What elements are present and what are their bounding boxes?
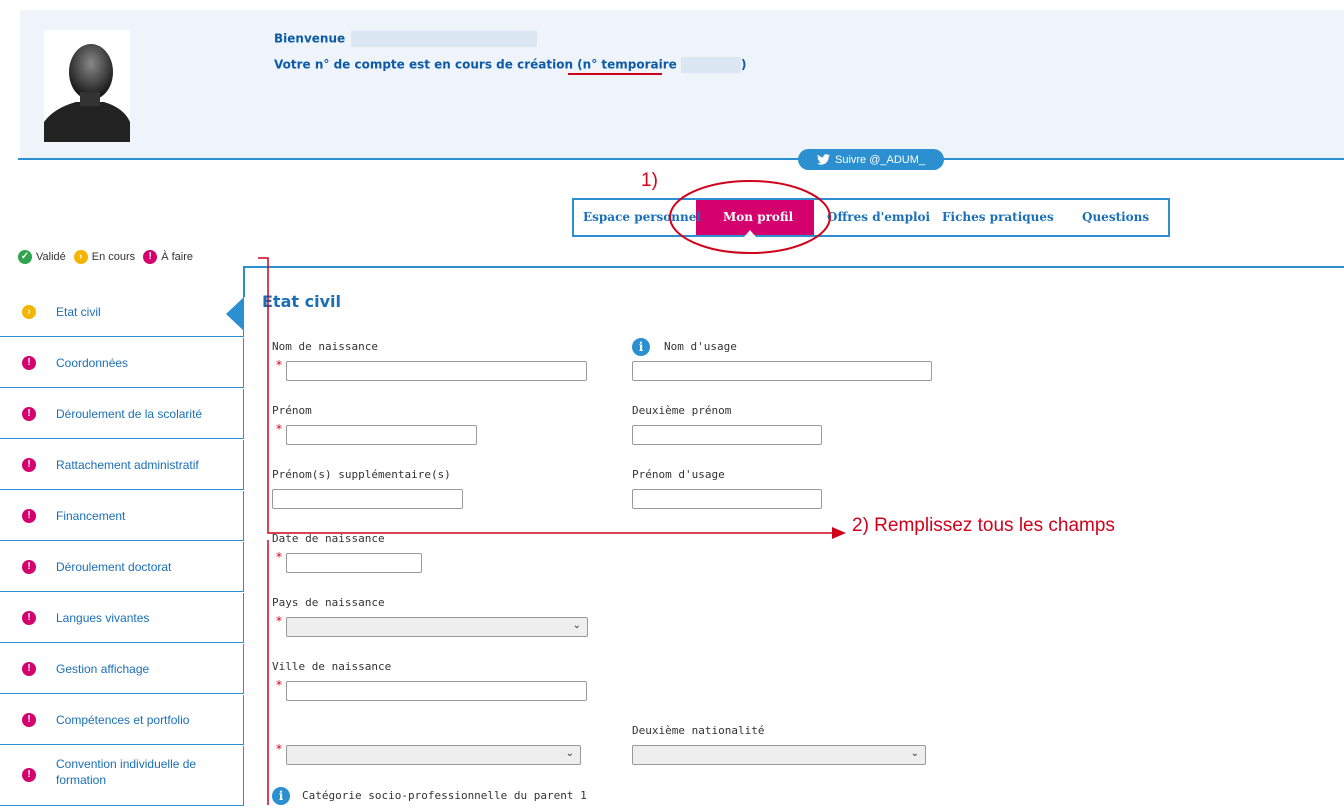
nom-usage-field[interactable] [632,361,932,381]
account-status-text: Votre n° de compte est en cours de créat… [274,57,583,72]
redacted-temp-number [680,57,741,73]
welcome-line: Bienvenue [274,31,538,47]
sidebar-item-deroulement-doctorat[interactable]: ! Déroulement doctorat [0,542,244,592]
temp-number-underline-annotation [568,73,662,75]
sidebar-item-financement[interactable]: ! Financement [0,491,244,541]
exclamation-icon: ! [22,509,36,523]
label-prenom: Prénom [272,404,312,417]
exclamation-icon: ! [22,713,36,727]
active-item-pointer-icon [226,297,244,331]
sidebar-item-convention[interactable]: ! Convention individuelle de formation [0,746,244,806]
nationalite-select[interactable]: ⌄ [286,745,581,765]
label-prenoms-supplementaires: Prénom(s) supplémentaire(s) [272,468,451,481]
label-ville-naissance: Ville de naissance [272,660,392,673]
tab-espace-personnel[interactable]: Espace personnel [583,200,701,235]
prenom-field[interactable] [286,425,477,445]
deuxieme-prenom-field[interactable] [632,425,822,445]
label-date-naissance: Date de naissance [272,532,385,545]
exclamation-icon: ! [22,458,36,472]
chevron-down-icon: ⌄ [565,748,574,759]
check-icon: ✓ [18,250,32,264]
deuxieme-nationalite-select[interactable]: ⌄ [632,745,926,765]
sidebar-item-etat-civil[interactable]: › Etat civil [0,287,244,337]
sidebar-item-langues[interactable]: ! Langues vivantes [0,593,244,643]
sidebar-item-gestion-affichage[interactable]: ! Gestion affichage [0,644,244,694]
info-icon[interactable]: i [272,787,290,805]
required-marker: * [276,550,282,564]
profile-header [20,10,1344,158]
tab-mon-profil[interactable]: Mon profil [723,200,793,235]
tab-questions[interactable]: Questions [1082,200,1149,235]
pays-naissance-select[interactable]: ⌄ [286,617,588,637]
temp-number-label: n° temporaire [582,57,677,72]
exclamation-icon: ! [22,356,36,370]
twitter-icon [816,154,830,165]
in-progress-icon: › [22,305,36,319]
content-left-border [243,266,245,297]
content-top-border [244,266,1344,268]
info-icon[interactable]: i [632,338,650,356]
nom-naissance-field[interactable] [286,361,587,381]
label-nom-usage: Nom d'usage [664,340,737,353]
in-progress-icon: › [73,250,88,264]
label-prenom-usage: Prénom d'usage [632,468,725,481]
legend-todo: À faire [161,251,193,263]
active-tab-caret-icon [744,230,756,237]
ville-naissance-field[interactable] [286,681,587,701]
account-status-line: Votre n° de compte est en cours de créat… [274,57,746,73]
redacted-name [351,31,538,47]
sidebar-item-rattachement[interactable]: ! Rattachement administratif [0,440,244,490]
label-nom-naissance: Nom de naissance [272,340,378,353]
twitter-follow-label: Suivre @_ADUM_ [834,153,926,166]
prenom-usage-field[interactable] [632,489,822,509]
exclamation-icon: ! [22,407,36,421]
sidebar-item-coordonnees[interactable]: ! Coordonnées [0,338,244,388]
step2-annotation: 2) Remplissez tous les champs [852,515,1115,536]
required-marker: * [276,358,282,372]
required-marker: * [276,742,282,756]
legend-valid: Validé [36,251,66,263]
header-divider [18,158,1344,160]
label-deuxieme-prenom: Deuxième prénom [632,404,732,417]
tab-fiches-pratiques[interactable]: Fiches pratiques [942,200,1054,235]
status-legend: ✓ Validé › En cours ! À faire [18,250,193,264]
section-title: Etat civil [262,292,341,311]
account-close-paren: ) [740,57,747,72]
main-nav: Espace personnel Mon profil Offres d'emp… [572,198,1170,237]
sidebar-item-scolarite[interactable]: ! Déroulement de la scolarité [0,389,244,439]
exclamation-icon: ! [22,611,36,625]
required-marker: * [276,614,282,628]
date-naissance-field[interactable] [286,553,422,573]
welcome-label: Bienvenue [274,31,346,46]
avatar [44,30,130,142]
required-marker: * [276,678,282,692]
exclamation-icon: ! [22,560,36,574]
exclamation-icon: ! [22,662,36,676]
prenoms-supplementaires-field[interactable] [272,489,463,509]
avatar-silhouette-icon [44,44,130,142]
label-deuxieme-nationalite: Deuxième nationalité [632,724,765,737]
label-pays-naissance: Pays de naissance [272,596,385,609]
chevron-down-icon: ⌄ [572,620,581,631]
required-marker: * [276,422,282,436]
exclamation-icon: ! [143,250,158,264]
twitter-follow-button[interactable]: Suivre @_ADUM_ [798,149,944,170]
legend-in-progress: En cours [91,251,136,263]
exclamation-icon: ! [22,768,36,782]
chevron-down-icon: ⌄ [910,748,919,759]
label-categorie-parent: Catégorie socio-professionnelle du paren… [302,789,587,802]
arrow-right-icon [832,527,846,539]
step1-annotation: 1) [641,170,658,191]
tab-offres-emploi[interactable]: Offres d'emploi [827,200,930,235]
sidebar-item-competences[interactable]: ! Compétences et portfolio [0,695,244,745]
